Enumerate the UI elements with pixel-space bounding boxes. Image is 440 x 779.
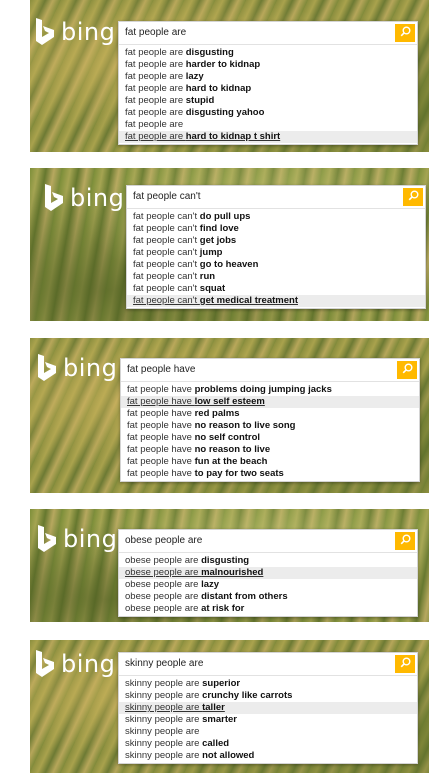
- bing-panel-3: bing fat people have fat people have pro…: [30, 338, 429, 493]
- search-query: fat people can't: [133, 191, 201, 202]
- bing-b-icon: [43, 184, 65, 212]
- suggestion-item[interactable]: fat people can't run: [127, 271, 425, 283]
- suggestion-item-highlighted[interactable]: fat people are hard to kidnap t shirt: [119, 131, 417, 143]
- suggestion-item-highlighted[interactable]: fat people can't get medical treatment: [127, 295, 425, 307]
- suggestion-item[interactable]: fat people have to pay for two seats: [121, 468, 419, 480]
- suggestion-item[interactable]: skinny people are smarter: [119, 714, 417, 726]
- suggestion-item[interactable]: fat people are lazy: [119, 71, 417, 83]
- suggestion-item[interactable]: skinny people are called: [119, 738, 417, 750]
- suggestion-item[interactable]: fat people can't find love: [127, 223, 425, 235]
- suggestion-list: fat people are disgusting fat people are…: [119, 45, 417, 144]
- search-query: obese people are: [125, 535, 203, 546]
- bing-panel-1: bing fat people are fat people are disgu…: [30, 0, 429, 152]
- suggestion-item[interactable]: fat people can't jump: [127, 247, 425, 259]
- bing-panel-5: bing skinny people are skinny people are…: [30, 640, 429, 773]
- suggestion-item[interactable]: fat people have no self control: [121, 432, 419, 444]
- suggestion-item[interactable]: obese people are distant from others: [119, 591, 417, 603]
- search-box: fat people can't fat people can't do pul…: [126, 185, 426, 309]
- suggestion-item[interactable]: skinny people are crunchy like carrots: [119, 690, 417, 702]
- suggestion-item[interactable]: fat people are hard to kidnap: [119, 83, 417, 95]
- brand-wordmark: bing: [61, 18, 116, 46]
- search-button[interactable]: [395, 24, 415, 42]
- search-button[interactable]: [397, 361, 417, 379]
- search-box: fat people have fat people have problems…: [120, 358, 420, 482]
- bing-logo[interactable]: bing: [36, 525, 117, 553]
- search-icon: [400, 532, 411, 550]
- suggestion-list: skinny people are superior skinny people…: [119, 676, 417, 763]
- bing-panel-2: bing fat people can't fat people can't d…: [30, 168, 429, 321]
- brand-wordmark: bing: [63, 525, 118, 553]
- search-box: fat people are fat people are disgusting…: [118, 21, 418, 145]
- search-box: obese people are obese people are disgus…: [118, 529, 418, 617]
- search-icon: [408, 188, 419, 206]
- suggestion-item[interactable]: fat people are disgusting: [119, 47, 417, 59]
- brand-wordmark: bing: [63, 354, 118, 382]
- brand-wordmark: bing: [70, 184, 125, 212]
- search-button[interactable]: [395, 532, 415, 550]
- suggestion-item[interactable]: fat people have fun at the beach: [121, 456, 419, 468]
- search-icon: [400, 24, 411, 42]
- suggestion-item[interactable]: fat people have no reason to live: [121, 444, 419, 456]
- bing-logo[interactable]: bing: [43, 184, 124, 212]
- suggestion-item-highlighted[interactable]: fat people have low self esteem: [121, 396, 419, 408]
- suggestion-item[interactable]: fat people have no reason to live song: [121, 420, 419, 432]
- brand-wordmark: bing: [61, 650, 116, 678]
- suggestion-item-highlighted[interactable]: obese people are malnourished: [119, 567, 417, 579]
- suggestion-item[interactable]: fat people are stupid: [119, 95, 417, 107]
- search-input[interactable]: fat people can't: [127, 186, 425, 209]
- suggestion-item[interactable]: skinny people are: [119, 726, 417, 738]
- bing-panel-4: bing obese people are obese people are d…: [30, 509, 429, 622]
- suggestion-list: fat people can't do pull ups fat people …: [127, 209, 425, 308]
- search-icon: [402, 361, 413, 379]
- suggestion-item[interactable]: obese people are disgusting: [119, 555, 417, 567]
- suggestion-item[interactable]: skinny people are not allowed: [119, 750, 417, 762]
- search-query: fat people are: [125, 27, 187, 38]
- bing-b-icon: [36, 525, 58, 553]
- search-button[interactable]: [395, 655, 415, 673]
- bing-logo[interactable]: bing: [36, 354, 117, 382]
- suggestion-item[interactable]: obese people are at risk for: [119, 603, 417, 615]
- suggestion-item[interactable]: fat people can't get jobs: [127, 235, 425, 247]
- suggestion-item[interactable]: fat people can't squat: [127, 283, 425, 295]
- suggestion-list: obese people are disgusting obese people…: [119, 553, 417, 616]
- search-query: fat people have: [127, 364, 196, 375]
- bing-logo[interactable]: bing: [34, 650, 115, 678]
- search-button[interactable]: [403, 188, 423, 206]
- suggestion-item[interactable]: skinny people are superior: [119, 678, 417, 690]
- suggestion-item[interactable]: fat people have problems doing jumping j…: [121, 384, 419, 396]
- suggestion-item[interactable]: fat people are: [119, 119, 417, 131]
- search-input[interactable]: obese people are: [119, 530, 417, 553]
- search-input[interactable]: fat people have: [121, 359, 419, 382]
- suggestion-item[interactable]: obese people are lazy: [119, 579, 417, 591]
- suggestion-item[interactable]: fat people are disgusting yahoo: [119, 107, 417, 119]
- bing-logo[interactable]: bing: [34, 18, 115, 46]
- suggestion-item[interactable]: fat people have red palms: [121, 408, 419, 420]
- search-input[interactable]: fat people are: [119, 22, 417, 45]
- search-input[interactable]: skinny people are: [119, 653, 417, 676]
- search-box: skinny people are skinny people are supe…: [118, 652, 418, 764]
- search-query: skinny people are: [125, 658, 204, 669]
- suggestion-item[interactable]: fat people can't go to heaven: [127, 259, 425, 271]
- suggestion-item[interactable]: fat people can't do pull ups: [127, 211, 425, 223]
- suggestion-item-highlighted[interactable]: skinny people are taller: [119, 702, 417, 714]
- bing-b-icon: [36, 354, 58, 382]
- bing-b-icon: [34, 18, 56, 46]
- suggestion-list: fat people have problems doing jumping j…: [121, 382, 419, 481]
- search-icon: [400, 655, 411, 673]
- bing-b-icon: [34, 650, 56, 678]
- suggestion-item[interactable]: fat people are harder to kidnap: [119, 59, 417, 71]
